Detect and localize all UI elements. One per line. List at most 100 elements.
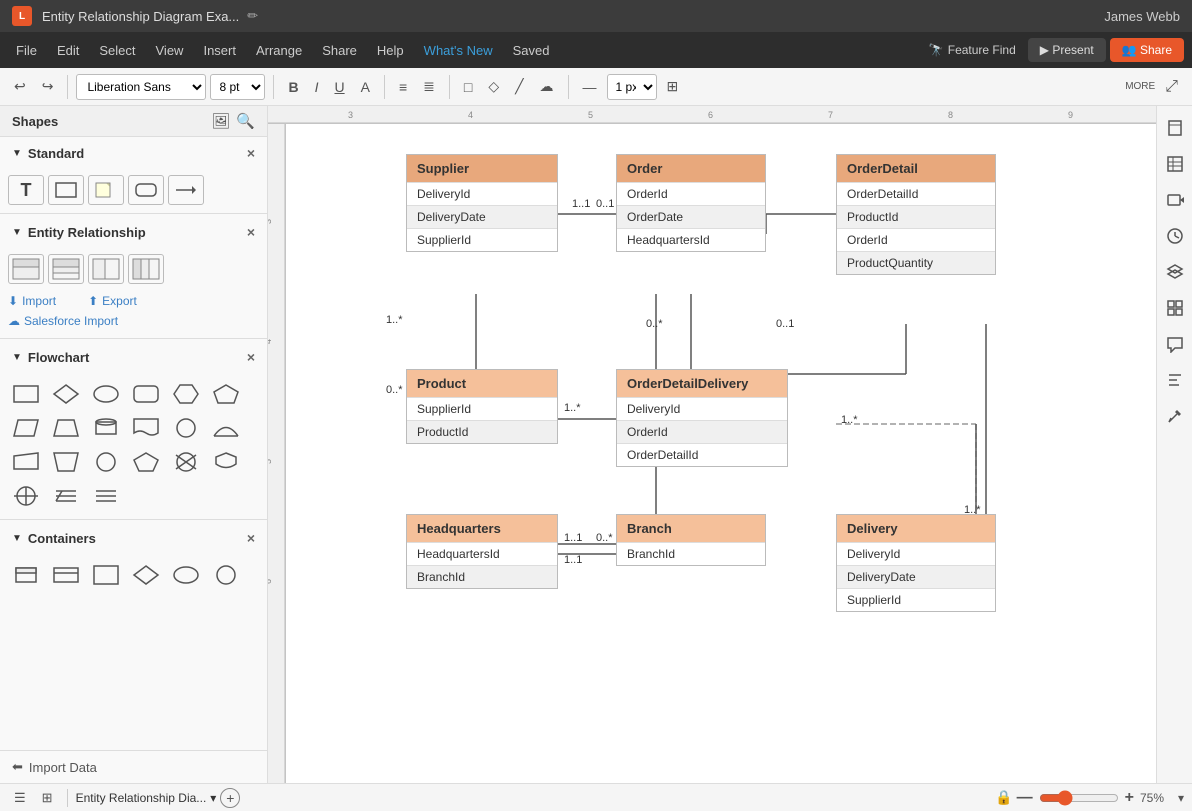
expand-button[interactable]: ⤢ bbox=[1159, 75, 1184, 99]
line-style-button[interactable]: — bbox=[577, 76, 603, 98]
rs-page-btn[interactable] bbox=[1161, 114, 1189, 142]
fc-diamond[interactable] bbox=[48, 379, 84, 409]
fc-circle[interactable] bbox=[168, 413, 204, 443]
image-icon[interactable]: 🖼 bbox=[211, 112, 230, 130]
cont-square[interactable] bbox=[88, 560, 124, 590]
diagram-tab[interactable]: Entity Relationship Dia... ▾ bbox=[76, 791, 217, 805]
menu-edit[interactable]: Edit bbox=[49, 39, 87, 62]
font-family-select[interactable]: Liberation Sans bbox=[76, 74, 206, 100]
tab-dropdown-icon[interactable]: ▾ bbox=[210, 791, 216, 805]
add-page-btn[interactable]: + bbox=[220, 788, 240, 808]
er-shape-2[interactable] bbox=[48, 254, 84, 284]
shape-rect[interactable] bbox=[48, 175, 84, 205]
zoom-dropdown[interactable]: ▾ bbox=[1178, 791, 1184, 805]
fc-trap[interactable] bbox=[48, 413, 84, 443]
fc-pentagon2[interactable] bbox=[128, 447, 164, 477]
menu-select[interactable]: Select bbox=[91, 39, 143, 62]
er-shape-3[interactable] bbox=[88, 254, 124, 284]
fc-xshape[interactable] bbox=[168, 447, 204, 477]
canvas-area[interactable]: 3 4 5 6 7 8 9 3 4 5 6 bbox=[268, 106, 1156, 783]
menu-share[interactable]: Share bbox=[314, 39, 365, 62]
font-color-button[interactable]: A bbox=[355, 76, 376, 98]
shape-arrow[interactable] bbox=[168, 175, 204, 205]
fc-pentagon[interactable] bbox=[208, 379, 244, 409]
menu-insert[interactable]: Insert bbox=[195, 39, 244, 62]
transform-button[interactable]: ⊞ bbox=[661, 75, 685, 98]
italic-button[interactable]: I bbox=[309, 76, 325, 98]
zoom-in-btn[interactable]: + bbox=[1125, 789, 1134, 807]
import-data-button[interactable]: ⬅ Import Data bbox=[0, 750, 267, 783]
rs-shapes-btn[interactable] bbox=[1161, 294, 1189, 322]
er-shape-4[interactable] bbox=[128, 254, 164, 284]
fc-cross[interactable] bbox=[8, 481, 44, 511]
menu-whats-new[interactable]: What's New bbox=[416, 39, 501, 62]
rs-comment-btn[interactable] bbox=[1161, 330, 1189, 358]
shape-text[interactable]: T bbox=[8, 175, 44, 205]
line-color-button[interactable]: ╱ bbox=[509, 75, 529, 98]
list-view-btn[interactable]: ☰ bbox=[8, 788, 32, 808]
fc-cylinder[interactable] bbox=[88, 413, 124, 443]
rs-layers-btn[interactable] bbox=[1161, 258, 1189, 286]
fc-oval[interactable] bbox=[88, 379, 124, 409]
cont-pill[interactable] bbox=[8, 560, 44, 590]
fc-shield[interactable] bbox=[208, 447, 244, 477]
menu-arrange[interactable]: Arrange bbox=[248, 39, 310, 62]
entity-order[interactable]: Order OrderId OrderDate HeadquartersId bbox=[616, 154, 766, 252]
zoom-slider[interactable] bbox=[1039, 790, 1119, 806]
close-flowchart[interactable]: × bbox=[247, 349, 255, 365]
entity-branch[interactable]: Branch BranchId bbox=[616, 514, 766, 566]
fc-rect[interactable] bbox=[8, 379, 44, 409]
import-btn[interactable]: ⬇ Import bbox=[8, 294, 56, 308]
shape-fill-button[interactable]: □ bbox=[458, 76, 478, 98]
cont-oval[interactable] bbox=[168, 560, 204, 590]
line-width-select[interactable]: 1 px2 px3 px bbox=[607, 74, 657, 100]
entity-supplier[interactable]: Supplier DeliveryId DeliveryDate Supplie… bbox=[406, 154, 558, 252]
rs-table-btn[interactable] bbox=[1161, 150, 1189, 178]
rs-clock-btn[interactable] bbox=[1161, 222, 1189, 250]
share-button[interactable]: 👥 Share bbox=[1110, 38, 1184, 62]
search-icon[interactable]: 🔍 bbox=[236, 112, 255, 130]
cont-diamond[interactable] bbox=[128, 560, 164, 590]
zoom-out-btn[interactable]: — bbox=[1017, 789, 1033, 807]
align-text-button[interactable]: ≣ bbox=[417, 75, 441, 98]
fc-circle2[interactable] bbox=[88, 447, 124, 477]
fc-parallelogram[interactable] bbox=[8, 413, 44, 443]
section-er[interactable]: ▼ Entity Relationship × bbox=[0, 216, 267, 248]
grid-view-btn[interactable]: ⊞ bbox=[36, 788, 59, 808]
edit-title-icon[interactable]: ✏ bbox=[247, 8, 258, 24]
fc-trapdown[interactable] bbox=[48, 447, 84, 477]
menu-view[interactable]: View bbox=[148, 39, 192, 62]
rs-video-btn[interactable] bbox=[1161, 186, 1189, 214]
close-containers[interactable]: × bbox=[247, 530, 255, 546]
align-left-button[interactable]: ≡ bbox=[393, 76, 413, 98]
close-er[interactable]: × bbox=[247, 224, 255, 240]
section-containers[interactable]: ▼ Containers × bbox=[0, 522, 267, 554]
fc-lines[interactable] bbox=[48, 481, 84, 511]
entity-product[interactable]: Product SupplierId ProductId bbox=[406, 369, 558, 444]
fc-doc[interactable] bbox=[128, 413, 164, 443]
underline-button[interactable]: U bbox=[328, 76, 350, 98]
font-size-select[interactable]: 8 pt 10 pt 12 pt bbox=[210, 74, 265, 100]
fill-color-button[interactable]: ◇ bbox=[482, 75, 505, 98]
fc-manual[interactable] bbox=[8, 447, 44, 477]
close-standard[interactable]: × bbox=[247, 145, 255, 161]
diagram-canvas[interactable]: 1..1 0..1 1..* 0..* 1..* 0..* 0..1 1..* … bbox=[286, 124, 1156, 783]
rs-format-btn[interactable] bbox=[1161, 366, 1189, 394]
entity-headquarters[interactable]: Headquarters HeadquartersId BranchId bbox=[406, 514, 558, 589]
cont-circle[interactable] bbox=[208, 560, 244, 590]
undo-button[interactable]: ↩ bbox=[8, 75, 32, 98]
entity-orderdetail[interactable]: OrderDetail OrderDetailId ProductId Orde… bbox=[836, 154, 996, 275]
shadow-button[interactable]: ☁ bbox=[534, 75, 560, 98]
fc-hex[interactable] bbox=[168, 379, 204, 409]
menu-file[interactable]: File bbox=[8, 39, 45, 62]
export-btn[interactable]: ⬆ Export bbox=[88, 294, 137, 308]
shape-note[interactable] bbox=[88, 175, 124, 205]
cont-rect[interactable] bbox=[48, 560, 84, 590]
section-flowchart[interactable]: ▼ Flowchart × bbox=[0, 341, 267, 373]
section-standard[interactable]: ▼ Standard × bbox=[0, 137, 267, 169]
entity-orderdetaildelivery[interactable]: OrderDetailDelivery DeliveryId OrderId O… bbox=[616, 369, 788, 467]
fc-lines2[interactable] bbox=[88, 481, 124, 511]
entity-delivery[interactable]: Delivery DeliveryId DeliveryDate Supplie… bbox=[836, 514, 996, 612]
bold-button[interactable]: B bbox=[282, 76, 304, 98]
more-button[interactable]: MORE bbox=[1125, 81, 1155, 92]
